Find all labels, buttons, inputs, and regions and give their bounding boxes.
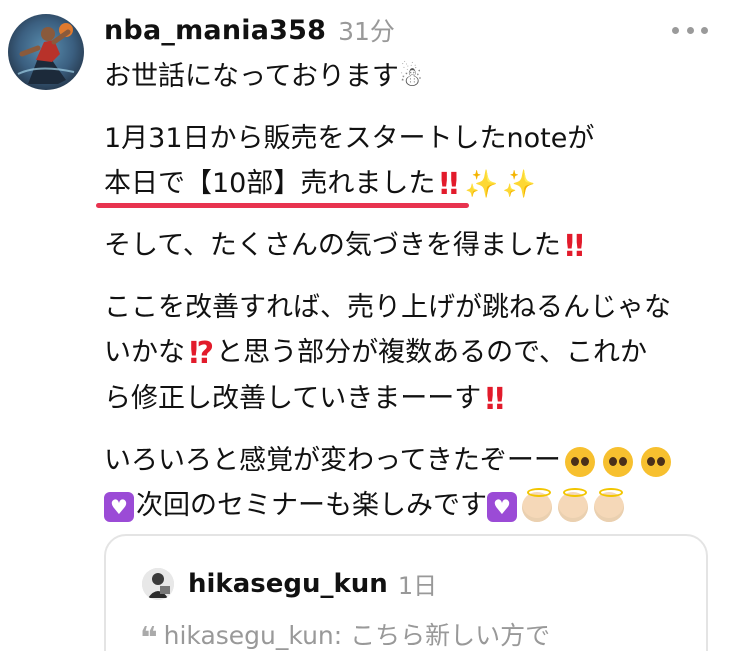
snowman-icon: ☃: [398, 62, 424, 93]
timestamp: 31分: [338, 17, 395, 46]
pleading-face-icon: [564, 446, 595, 477]
pleading-face-icon: [602, 446, 633, 477]
post: nba_mania358 31分 お世話になっております☃ 1月31日から販売を…: [0, 0, 734, 651]
purple-heart-icon: ♥: [487, 491, 517, 522]
paragraph-insight: そして、たくさんの気づきを得ました!!: [104, 223, 724, 269]
quote-mark-icon: ❝: [140, 621, 158, 651]
avatar-image: [8, 14, 84, 90]
sparkles-icon: ✨: [464, 169, 499, 200]
insight-text: そして、たくさんの気づきを得ました: [104, 230, 561, 261]
more-options-button[interactable]: [672, 22, 708, 38]
baby-angel-icon: [558, 487, 588, 522]
double-exclamation-icon: !!: [562, 229, 586, 264]
quoted-timestamp: 1日: [397, 572, 438, 600]
feeling-text: いろいろと感覚が変わってきたぞーー: [104, 445, 561, 476]
quoted-user-avatar[interactable]: [142, 568, 174, 600]
post-header: nba_mania358 31分: [104, 10, 395, 50]
double-exclamation-icon: !!: [437, 167, 460, 202]
baby-angel-icon: [594, 487, 624, 522]
quoted-text-content: hikasegu_kun: こちら新しい方で: [163, 621, 551, 650]
paragraph-feeling: いろいろと感覚が変わってきたぞーー ♥ 次回のセミナーも楽しみです ♥: [104, 438, 724, 528]
seminar-text: 次回のセミナーも楽しみです: [136, 490, 487, 521]
paragraph-greeting: お世話になっております☃: [104, 54, 724, 100]
user-avatar[interactable]: [8, 14, 84, 90]
quoted-text: ❝ hikasegu_kun: こちら新しい方で: [140, 616, 550, 651]
quoted-post-card[interactable]: hikasegu_kun 1日 ❝ hikasegu_kun: こちら新しい方で: [104, 534, 708, 651]
sparkles-icon: ✨: [502, 169, 536, 200]
underlined-sales-text: 本日で【10部】売れました!!: [96, 161, 469, 208]
sales-line-2: 本日で【10部】売れました: [104, 168, 436, 199]
more-dot: [701, 26, 708, 34]
improve-line-3: ら修正し改善していきまーーす: [104, 383, 482, 414]
exclamation-question-icon: !?: [187, 336, 214, 371]
baby-angel-icon: [522, 487, 552, 522]
sales-line-1: 1月31日から販売をスタートしたnoteが: [104, 123, 595, 154]
more-dots-icon: [672, 26, 679, 34]
red-underline: [96, 203, 469, 208]
improve-line-1: ここを改善すれば、売り上げが跳ねるんじゃな: [104, 292, 671, 323]
paragraph-sales: 1月31日から販売をスタートしたnoteが 本日で【10部】売れました!! ✨ ✨: [96, 116, 724, 208]
quoted-username[interactable]: hikasegu_kun: [188, 569, 388, 599]
quoted-post-header: hikasegu_kun 1日: [188, 566, 437, 601]
quoted-avatar-image: [142, 568, 174, 600]
greeting-text: お世話になっております: [104, 61, 399, 92]
more-dot: [686, 26, 694, 34]
paragraph-improve: ここを改善すれば、売り上げが跳ねるんじゃな いかな!? と思う部分が複数あるので、…: [104, 285, 724, 422]
post-body: お世話になっております☃ 1月31日から販売をスタートしたnoteが 本日で【1…: [96, 54, 724, 544]
purple-heart-icon: ♥: [104, 491, 134, 522]
pleading-face-icon: [640, 446, 671, 477]
double-exclamation-icon: !!: [483, 382, 506, 417]
improve-line-2b: と思う部分が複数あるので、これか: [216, 337, 648, 368]
username[interactable]: nba_mania358: [104, 15, 326, 46]
improve-line-2a: いかな: [104, 337, 185, 368]
